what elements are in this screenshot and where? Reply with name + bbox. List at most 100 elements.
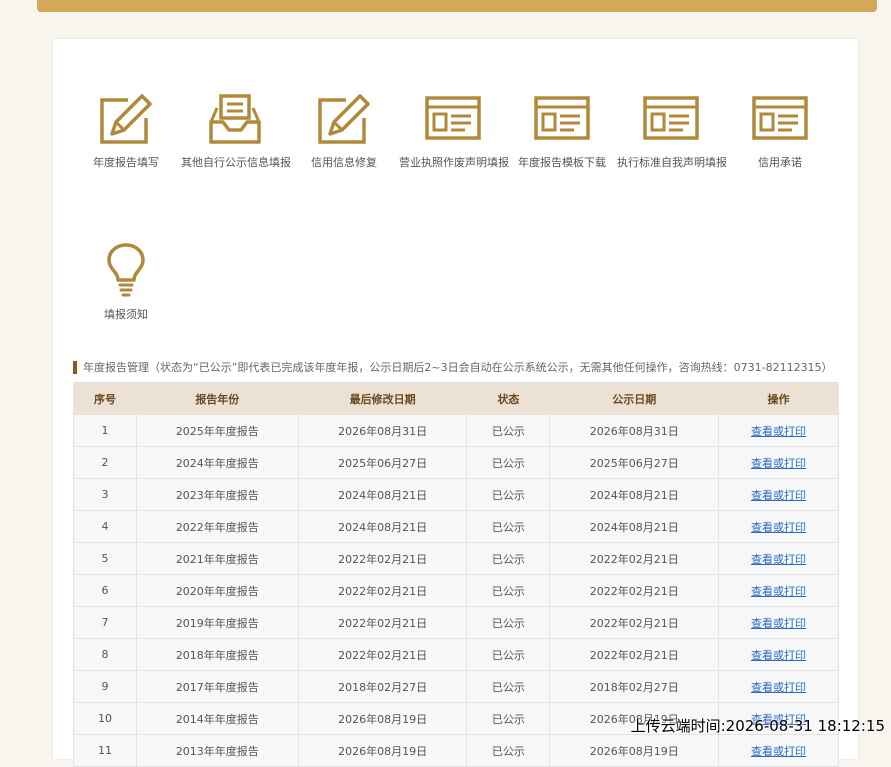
cell-modified-date: 2024年08月21日: [297, 510, 468, 543]
menu-filing-instructions[interactable]: 填报须知: [72, 242, 180, 322]
view-print-link[interactable]: 查看或打印: [751, 617, 806, 630]
col-header: 状态: [466, 382, 551, 415]
view-print-link[interactable]: 查看或打印: [751, 553, 806, 566]
view-print-link[interactable]: 查看或打印: [751, 425, 806, 438]
cell-modified-date: 2022年02月21日: [297, 606, 468, 639]
menu-credit-repair[interactable]: 信用信息修复: [290, 94, 398, 170]
cell-status: 已公示: [466, 510, 551, 543]
browser-window-icon: [425, 96, 481, 140]
cell-report-year: 2020年年度报告: [135, 574, 299, 607]
upload-time-watermark: 上传云端时间:2026-08-31 18:12:15: [630, 717, 885, 735]
top-bar: [37, 0, 877, 12]
cell-status: 已公示: [466, 574, 551, 607]
menu-label: 填报须知: [104, 308, 148, 321]
cell-report-year: 2021年年度报告: [135, 542, 299, 575]
cell-modified-date: 2022年02月21日: [297, 638, 468, 671]
table-header-row: 序号 报告年份 最后修改日期 状态 公示日期 操作: [73, 382, 839, 415]
cell-action: 查看或打印: [718, 478, 839, 511]
cell-publish-date: 2025年06月27日: [549, 446, 720, 479]
main-panel: 年度报告填写 其他自行公示信息填报 信用信息修复 营业执照作废声明填报 年度报告…: [53, 39, 858, 767]
menu-label: 信用信息修复: [311, 156, 377, 169]
table-row: 8 2018年年度报告 2022年02月21日 已公示 2022年02月21日 …: [73, 638, 839, 671]
cell-modified-date: 2026年08月19日: [297, 702, 468, 735]
cell-modified-date: 2025年06月27日: [297, 446, 468, 479]
browser-window-icon: [752, 96, 808, 140]
cell-publish-date: 2022年02月21日: [549, 542, 720, 575]
view-print-link[interactable]: 查看或打印: [751, 681, 806, 694]
col-header: 最后修改日期: [297, 382, 468, 415]
cell-modified-date: 2026年08月19日: [297, 734, 468, 767]
cell-action: 查看或打印: [718, 638, 839, 671]
cell-status: 已公示: [466, 414, 551, 447]
col-header: 公示日期: [549, 382, 720, 415]
cell-publish-date: 2026年08月31日: [549, 414, 720, 447]
table-row: 2 2024年年度报告 2025年06月27日 已公示 2025年06月27日 …: [73, 446, 839, 479]
edit-form-icon: [318, 94, 370, 144]
cell-report-year: 2013年年度报告: [135, 734, 299, 767]
cell-report-year: 2024年年度报告: [135, 446, 299, 479]
cell-index: 3: [73, 478, 137, 511]
cell-action: 查看或打印: [718, 510, 839, 543]
cell-index: 1: [73, 414, 137, 447]
cell-index: 7: [73, 606, 137, 639]
view-print-link[interactable]: 查看或打印: [751, 489, 806, 502]
menu-label: 年度报告模板下载: [518, 156, 606, 169]
table-row: 3 2023年年度报告 2024年08月21日 已公示 2024年08月21日 …: [73, 478, 839, 511]
cell-action: 查看或打印: [718, 574, 839, 607]
menu-license-void-statement[interactable]: 营业执照作废声明填报: [399, 94, 509, 170]
cell-status: 已公示: [466, 734, 551, 767]
cell-status: 已公示: [466, 542, 551, 575]
cell-index: 8: [73, 638, 137, 671]
col-header: 报告年份: [135, 382, 299, 415]
cell-status: 已公示: [466, 702, 551, 735]
menu-label: 信用承诺: [758, 156, 802, 169]
cell-status: 已公示: [466, 478, 551, 511]
view-print-link[interactable]: 查看或打印: [751, 521, 806, 534]
cell-index: 4: [73, 510, 137, 543]
table-row: 7 2019年年度报告 2022年02月21日 已公示 2022年02月21日 …: [73, 606, 839, 639]
cell-action: 查看或打印: [718, 414, 839, 447]
cell-publish-date: 2026年08月19日: [549, 734, 720, 767]
cell-status: 已公示: [466, 606, 551, 639]
cell-report-year: 2022年年度报告: [135, 510, 299, 543]
menu-standard-self-declaration[interactable]: 执行标准自我声明填报: [617, 94, 727, 170]
cell-publish-date: 2024年08月21日: [549, 510, 720, 543]
col-header: 序号: [73, 382, 137, 415]
cell-action: 查看或打印: [718, 606, 839, 639]
cell-action: 查看或打印: [718, 542, 839, 575]
menu-label: 其他自行公示信息填报: [181, 156, 291, 169]
browser-window-icon: [534, 96, 590, 140]
cell-modified-date: 2024年08月21日: [297, 478, 468, 511]
view-print-link[interactable]: 查看或打印: [751, 585, 806, 598]
cell-status: 已公示: [466, 638, 551, 671]
cell-report-year: 2014年年度报告: [135, 702, 299, 735]
edit-form-icon: [100, 94, 152, 144]
cell-index: 6: [73, 574, 137, 607]
menu-credit-commitment[interactable]: 信用承诺: [726, 94, 834, 170]
menu-report-template-download[interactable]: 年度报告模板下载: [508, 94, 616, 170]
menu-annual-report-fill[interactable]: 年度报告填写: [72, 94, 180, 170]
cell-report-year: 2025年年度报告: [135, 414, 299, 447]
menu-label: 营业执照作废声明填报: [399, 156, 509, 169]
view-print-link[interactable]: 查看或打印: [751, 457, 806, 470]
inbox-tray-icon: [209, 94, 261, 144]
lightbulb-icon: [107, 243, 145, 297]
cell-index: 10: [73, 702, 137, 735]
cell-index: 5: [73, 542, 137, 575]
menu-label: 年度报告填写: [93, 156, 159, 169]
cell-index: 9: [73, 670, 137, 703]
cell-report-year: 2019年年度报告: [135, 606, 299, 639]
cell-index: 2: [73, 446, 137, 479]
cell-modified-date: 2026年08月31日: [297, 414, 468, 447]
view-print-link[interactable]: 查看或打印: [751, 745, 806, 758]
cell-report-year: 2023年年度报告: [135, 478, 299, 511]
menu-label: 执行标准自我声明填报: [617, 156, 727, 169]
table-row: 4 2022年年度报告 2024年08月21日 已公示 2024年08月21日 …: [73, 510, 839, 543]
annual-report-table: 序号 报告年份 最后修改日期 状态 公示日期 操作 1 2025年年度报告 20…: [73, 382, 839, 767]
cell-publish-date: 2018年02月27日: [549, 670, 720, 703]
cell-index: 11: [73, 734, 137, 767]
browser-window-icon: [643, 96, 699, 140]
cell-modified-date: 2022年02月21日: [297, 542, 468, 575]
view-print-link[interactable]: 查看或打印: [751, 649, 806, 662]
menu-other-disclosure[interactable]: 其他自行公示信息填报: [181, 94, 291, 170]
